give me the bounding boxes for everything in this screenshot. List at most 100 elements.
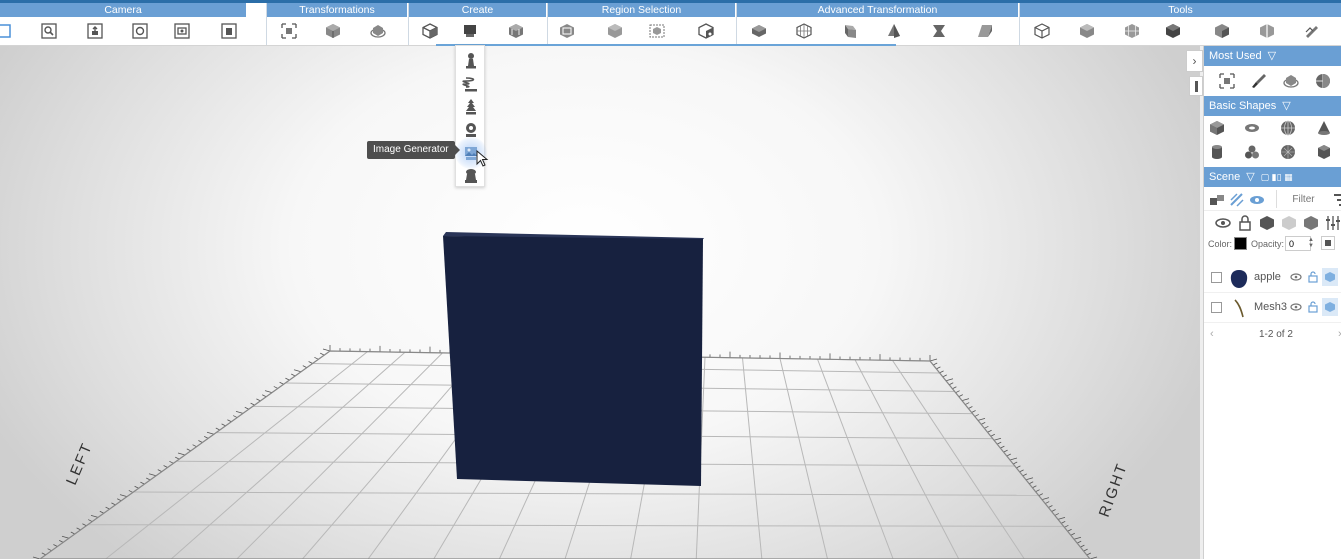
region-select-bounds-icon[interactable] — [648, 22, 666, 40]
filter-lock-icon[interactable] — [1236, 214, 1251, 231]
layer-row[interactable]: apple — [1204, 263, 1341, 293]
most-used-rotate-icon[interactable] — [1282, 72, 1300, 90]
transform-scale-icon[interactable] — [280, 22, 298, 40]
create-mesh-icon[interactable] — [507, 22, 525, 40]
layer-row[interactable]: Mesh3 — [1204, 293, 1341, 323]
view-toggle-icon[interactable]: ▢ ▮▯ ▦ — [1261, 172, 1293, 182]
shape-sphere-icon[interactable] — [1279, 119, 1297, 137]
tools-wireframe-icon[interactable] — [1033, 22, 1051, 40]
camera-snapshot-icon[interactable] — [173, 22, 191, 40]
layer-checkbox[interactable] — [1211, 302, 1222, 313]
left-axis-label: LEFT — [63, 440, 96, 488]
tools-split-icon[interactable] — [1258, 22, 1276, 40]
prev-page-icon[interactable]: ‹ — [1210, 328, 1214, 340]
most-used-brush-icon[interactable] — [1250, 72, 1268, 90]
color-swatch[interactable] — [1234, 237, 1247, 250]
shape-torus-icon[interactable] — [1243, 119, 1261, 137]
layer-checkbox[interactable] — [1211, 272, 1222, 283]
tools-dark-cube-icon[interactable] — [1164, 22, 1182, 40]
shape-cone-icon[interactable] — [1315, 119, 1333, 137]
opacity-apply-button[interactable] — [1321, 236, 1335, 250]
create-menu-spring-icon[interactable] — [461, 74, 481, 94]
panel-resize-handle[interactable] — [1189, 76, 1203, 96]
filter-solid-icon[interactable] — [1258, 214, 1274, 230]
transform-move-icon[interactable] — [324, 22, 342, 40]
shape-cube-icon[interactable] — [1208, 119, 1226, 137]
toolbar-group-create: Create — [408, 3, 546, 45]
material-cube-icon[interactable] — [1322, 268, 1338, 286]
toolbar-group-transformations: Transformations — [266, 3, 407, 45]
tools-measure-icon[interactable] — [1303, 22, 1321, 40]
filter-material-icon[interactable] — [1302, 214, 1318, 230]
transform-rotate-icon[interactable] — [369, 22, 387, 40]
filter-wire-icon[interactable] — [1280, 214, 1296, 230]
toolbar-group-region-selection: Region Selection — [547, 3, 735, 45]
camera-zoom-icon[interactable] — [40, 22, 58, 40]
tools-material-icon[interactable] — [1213, 22, 1231, 40]
shape-dodecahedron-icon[interactable] — [1315, 143, 1333, 161]
advanced-taper-icon[interactable] — [885, 22, 903, 40]
most-used-scale-icon[interactable] — [1218, 72, 1236, 90]
advanced-twist-icon[interactable] — [930, 22, 948, 40]
box-object[interactable] — [443, 236, 703, 486]
opacity-label: Opacity: — [1251, 239, 1285, 249]
filter-settings-icon[interactable] — [1324, 214, 1340, 230]
basic-shapes-title: Basic Shapes — [1209, 100, 1277, 112]
basic-shapes-header[interactable]: Basic Shapes ▽ — [1204, 96, 1341, 116]
funnel-icon[interactable]: ▽ — [1282, 96, 1290, 116]
toolbar-group-camera: Camera — [0, 3, 246, 45]
opacity-stepper-icon[interactable]: ▲ ▼ — [1308, 237, 1314, 249]
camera-rotate-icon[interactable] — [131, 22, 149, 40]
scene-canvas: LEFT RIGHT — [32, 232, 1131, 559]
advanced-extrude-icon[interactable] — [750, 22, 768, 40]
toolbar-group-label: Tools — [1020, 3, 1341, 17]
region-select-face-icon[interactable] — [606, 22, 624, 40]
advanced-bend-icon[interactable] — [841, 22, 859, 40]
most-used-globe-icon[interactable] — [1314, 72, 1332, 90]
create-object-icon[interactable] — [461, 22, 479, 40]
unlock-icon[interactable] — [1308, 301, 1318, 313]
create-box-icon[interactable] — [421, 22, 439, 40]
most-used-row — [1204, 66, 1341, 96]
filter-eye-icon[interactable] — [1214, 214, 1231, 228]
color-label: Color: — [1208, 239, 1233, 249]
camera-pan-icon[interactable] — [86, 22, 104, 40]
camera-fit-icon[interactable] — [220, 22, 238, 40]
apple-thumbnail-icon — [1230, 270, 1248, 288]
tools-grid-icon[interactable] — [1123, 22, 1141, 40]
scene-header[interactable]: Scene ▽ ▢ ▮▯ ▦ — [1204, 167, 1341, 187]
tools-solid-icon[interactable] — [1078, 22, 1096, 40]
region-select-box-icon[interactable] — [558, 22, 576, 40]
shape-cylinder-icon[interactable] — [1208, 143, 1226, 161]
scene-visibility-icon[interactable] — [1248, 191, 1264, 207]
most-used-header[interactable]: Most Used ▽ — [1204, 46, 1341, 66]
tooltip-image-generator: Image Generator — [367, 141, 460, 159]
most-used-title: Most Used — [1209, 50, 1262, 62]
region-select-vertex-icon[interactable] — [697, 22, 715, 40]
advanced-skew-icon[interactable] — [976, 22, 994, 40]
eye-icon[interactable] — [1290, 301, 1302, 313]
camera-reset-icon[interactable] — [0, 22, 12, 40]
shape-geosphere-icon[interactable] — [1279, 143, 1297, 161]
scene-filter-icons — [1204, 211, 1341, 233]
toolbar-group-label: Region Selection — [548, 3, 735, 17]
basic-shapes-row-1 — [1204, 116, 1341, 140]
create-menu-extrude-text-icon[interactable] — [461, 166, 481, 186]
collapse-panel-button[interactable]: › — [1186, 50, 1203, 72]
material-cube-icon[interactable] — [1322, 298, 1338, 316]
unlock-icon[interactable] — [1308, 271, 1318, 283]
right-panel: Most Used ▽ Basic Shapes ▽ Scene ▽ ▢ ▮▯ ▦ — [1203, 46, 1341, 559]
funnel-icon[interactable]: ▽ — [1268, 46, 1276, 66]
advanced-subdivide-icon[interactable] — [795, 22, 813, 40]
create-menu-lathe-icon[interactable] — [461, 97, 481, 117]
3d-viewport[interactable]: LEFT RIGHT — [0, 46, 1200, 559]
scene-link-icon[interactable] — [1228, 191, 1244, 207]
funnel-icon[interactable]: ▽ — [1246, 167, 1254, 187]
create-menu-pawn-icon[interactable] — [461, 51, 481, 71]
toolbar-group-label: Advanced Transformation — [737, 3, 1018, 17]
shape-spheres-icon[interactable] — [1243, 143, 1261, 161]
eye-icon[interactable] — [1290, 271, 1302, 283]
scene-sort-icon[interactable] — [1332, 191, 1341, 207]
scene-group-icon[interactable] — [1208, 191, 1224, 207]
scene-filter-input[interactable] — [1276, 190, 1330, 208]
